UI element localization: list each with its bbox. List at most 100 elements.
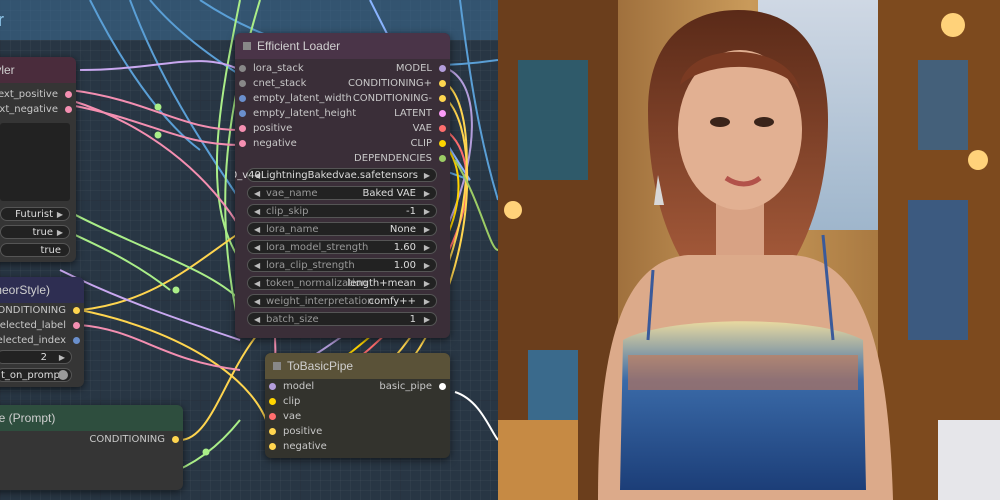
- input-dot[interactable]: [239, 110, 246, 117]
- styler-node[interactable]: tyler text_positive text_negative Futuri…: [0, 57, 76, 262]
- to-basic-pipe-node[interactable]: ToBasicPipe model clip vae positive nega…: [265, 353, 450, 458]
- index-number[interactable]: 2 ▶: [0, 350, 72, 364]
- output-conditioning-neg[interactable]: CONDITIONING-: [353, 92, 446, 106]
- input-positive[interactable]: positive: [239, 122, 292, 136]
- input-vae[interactable]: vae: [269, 410, 301, 424]
- token-normalization-combo[interactable]: ◀ token_normalization length+mean ▶: [247, 276, 437, 290]
- input-dot[interactable]: [269, 398, 276, 405]
- toggle-knob[interactable]: [58, 370, 68, 380]
- output-basic-pipe[interactable]: basic_pipe: [379, 380, 446, 394]
- output-dot[interactable]: [65, 106, 72, 113]
- arrow-left-icon[interactable]: ◀: [254, 223, 260, 237]
- arrow-right-icon[interactable]: ▶: [59, 351, 65, 365]
- weight-interpretation-combo[interactable]: ◀ weight_interpretation comfy++ ▶: [247, 294, 437, 308]
- output-conditioning[interactable]: CONDITIONING: [89, 433, 179, 447]
- arrow-right-icon[interactable]: ▶: [424, 241, 430, 255]
- arrow-right-icon[interactable]: ▶: [57, 226, 63, 240]
- input-empty-latent-width[interactable]: empty_latent_width: [239, 92, 352, 106]
- input-dot[interactable]: [269, 413, 276, 420]
- style-selector-node[interactable]: meorStyle) CONDITIONING selected_label s…: [0, 277, 84, 387]
- arrow-left-icon[interactable]: ◀: [254, 313, 260, 327]
- output-latent[interactable]: LATENT: [394, 107, 446, 121]
- output-conditioning[interactable]: CONDITIONING: [0, 304, 80, 318]
- arrow-left-icon[interactable]: ◀: [254, 277, 260, 291]
- input-dot[interactable]: [239, 95, 246, 102]
- output-dot[interactable]: [73, 337, 80, 344]
- input-empty-latent-height[interactable]: empty_latent_height: [239, 107, 356, 121]
- arrow-right-icon[interactable]: ▶: [424, 277, 430, 291]
- toggle-combo-2[interactable]: true: [0, 243, 70, 257]
- output-dot[interactable]: [439, 110, 446, 117]
- output-dot[interactable]: [65, 91, 72, 98]
- node-graph-canvas[interactable]: er: [0, 0, 498, 500]
- to-basic-pipe-header[interactable]: ToBasicPipe: [265, 353, 450, 379]
- arrow-left-icon[interactable]: ◀: [254, 205, 260, 219]
- ckpt-name-combo[interactable]: ◀ realvisxlV40_v40LightningBakedvae.safe…: [235, 168, 437, 183]
- efficient-loader-node[interactable]: Efficient Loader lora_stack cnet_stack e…: [235, 33, 450, 338]
- output-conditioning-pos[interactable]: CONDITIONING+: [348, 77, 446, 91]
- output-dot[interactable]: [439, 80, 446, 87]
- output-dot[interactable]: [439, 125, 446, 132]
- input-cnet-stack[interactable]: cnet_stack: [239, 77, 306, 91]
- text-preview-area[interactable]: [0, 123, 70, 201]
- style-selector-title: meorStyle): [0, 283, 51, 297]
- arrow-left-icon[interactable]: ◀: [254, 259, 260, 273]
- input-lora-stack[interactable]: lora_stack: [239, 62, 304, 76]
- output-selected-label[interactable]: selected_label: [0, 319, 80, 333]
- style-combo[interactable]: Futurist ▶: [0, 207, 70, 221]
- input-dot[interactable]: [269, 383, 276, 390]
- collapse-icon[interactable]: [243, 42, 251, 50]
- input-clip[interactable]: clip: [269, 395, 300, 409]
- prompt-encode-header[interactable]: de (Prompt): [0, 405, 183, 431]
- arrow-right-icon[interactable]: ▶: [424, 295, 430, 309]
- arrow-right-icon[interactable]: ▶: [424, 313, 430, 327]
- output-text-positive[interactable]: text_positive: [0, 88, 72, 102]
- arrow-right-icon[interactable]: ▶: [424, 259, 430, 273]
- output-model[interactable]: MODEL: [396, 62, 446, 76]
- toggle-combo-1[interactable]: true ▶: [0, 225, 70, 239]
- output-dot[interactable]: [73, 307, 80, 314]
- output-dot[interactable]: [439, 65, 446, 72]
- output-dot[interactable]: [439, 140, 446, 147]
- lora-name-combo[interactable]: ◀ lora_name None ▶: [247, 222, 437, 236]
- input-negative[interactable]: negative: [269, 440, 327, 454]
- input-dot[interactable]: [269, 428, 276, 435]
- efficient-loader-header[interactable]: Efficient Loader: [235, 33, 450, 59]
- output-dependencies[interactable]: DEPENDENCIES: [354, 152, 446, 166]
- vae-name-combo[interactable]: ◀ vae_name Baked VAE ▶: [247, 186, 437, 200]
- input-dot[interactable]: [239, 140, 246, 147]
- input-model[interactable]: model: [269, 380, 314, 394]
- output-dot[interactable]: [439, 383, 446, 390]
- clip-skip-number[interactable]: ◀ clip_skip -1 ▶: [247, 204, 437, 218]
- arrow-left-icon[interactable]: ◀: [254, 295, 260, 309]
- arrow-left-icon[interactable]: ◀: [254, 187, 260, 201]
- arrow-right-icon[interactable]: ▶: [424, 223, 430, 237]
- input-dot[interactable]: [239, 125, 246, 132]
- input-positive[interactable]: positive: [269, 425, 322, 439]
- arrow-right-icon[interactable]: ▶: [424, 205, 430, 219]
- output-dot[interactable]: [439, 95, 446, 102]
- output-dot[interactable]: [172, 436, 179, 443]
- input-dot[interactable]: [239, 65, 246, 72]
- lora-model-strength-number[interactable]: ◀ lora_model_strength 1.60 ▶: [247, 240, 437, 254]
- output-clip[interactable]: CLIP: [410, 137, 446, 151]
- prompt-encode-node[interactable]: de (Prompt) CONDITIONING: [0, 405, 183, 490]
- output-text-negative[interactable]: text_negative: [0, 103, 72, 117]
- batch-size-number[interactable]: ◀ batch_size 1 ▶: [247, 312, 437, 326]
- arrow-right-icon[interactable]: ▶: [57, 208, 63, 222]
- arrow-right-icon[interactable]: ▶: [424, 187, 430, 201]
- lora-clip-strength-number[interactable]: ◀ lora_clip_strength 1.00 ▶: [247, 258, 437, 272]
- arrow-left-icon[interactable]: ◀: [254, 241, 260, 255]
- output-vae[interactable]: VAE: [413, 122, 446, 136]
- toggle-on-prompt[interactable]: t_on_prompt: [0, 368, 72, 382]
- input-dot[interactable]: [269, 443, 276, 450]
- output-selected-index[interactable]: selected_index: [0, 334, 80, 348]
- input-negative[interactable]: negative: [239, 137, 297, 151]
- output-dot[interactable]: [439, 155, 446, 162]
- arrow-right-icon[interactable]: ▶: [424, 169, 430, 183]
- styler-node-header[interactable]: tyler: [0, 57, 76, 83]
- output-dot[interactable]: [73, 322, 80, 329]
- input-dot[interactable]: [239, 80, 246, 87]
- style-selector-header[interactable]: meorStyle): [0, 277, 84, 303]
- collapse-icon[interactable]: [273, 362, 281, 370]
